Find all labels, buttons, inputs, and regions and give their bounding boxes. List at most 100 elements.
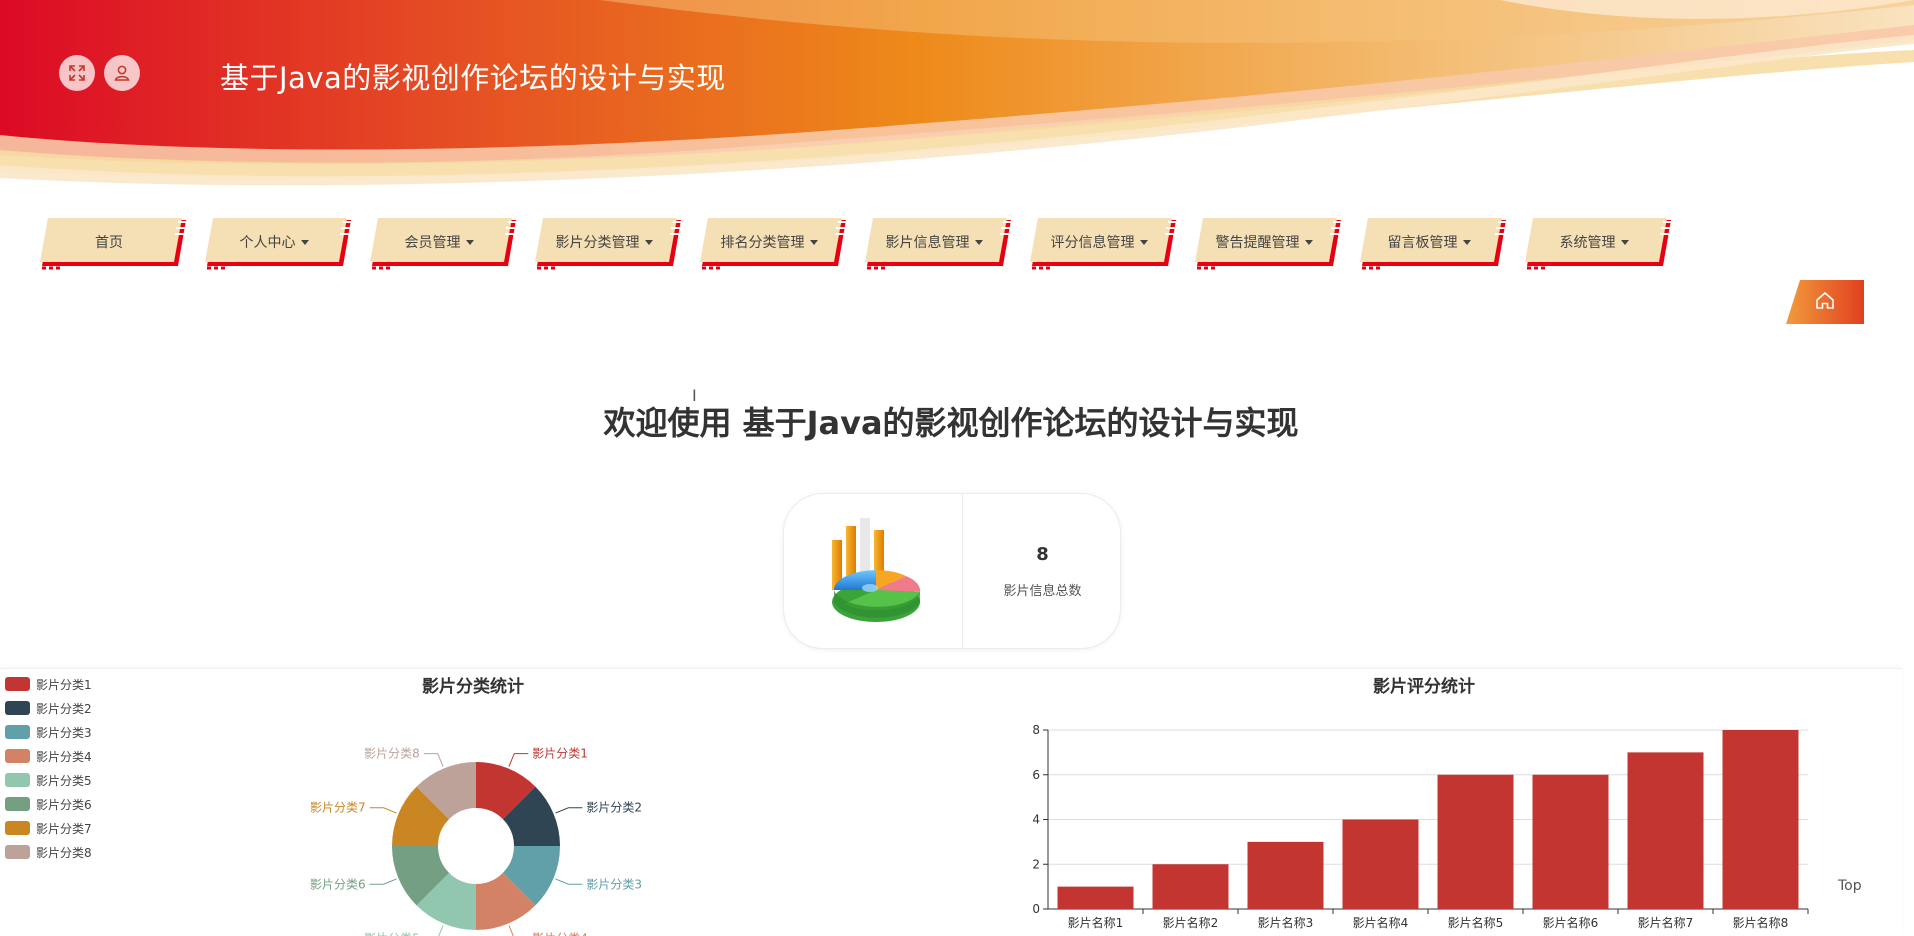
pie-slice-label: 影片分类8: [364, 747, 420, 761]
stat-divider: [962, 494, 963, 648]
legend-swatch: [5, 773, 30, 787]
pie-slice-label: 影片分类2: [586, 801, 642, 815]
fullscreen-button[interactable]: [59, 55, 95, 91]
caret-down-icon: [974, 240, 983, 245]
pie-slice-label: 影片分类7: [310, 801, 366, 815]
nav-item-8[interactable]: 警告提醒管理: [1193, 218, 1343, 270]
nav-item-2[interactable]: 个人中心: [203, 218, 353, 270]
header-banner: 基于Java的影视创作论坛的设计与实现: [0, 0, 1914, 200]
user-icon: [114, 65, 130, 81]
pie-legend: 影片分类1 影片分类2 影片分类3 影片分类4 影片分类5 影片分类6 影片分类7 影片分类8: [5, 672, 92, 864]
pie-chart: 影片分类1 影片分类2 影片分类3 影片分类4 影片分类5 影片分类6 影片分类7 影片分类8: [310, 747, 642, 936]
legend-item[interactable]: 影片分类4: [5, 744, 92, 768]
bar-chart-title: 影片评分统计: [1373, 677, 1475, 697]
legend-item[interactable]: 影片分类5: [5, 768, 92, 792]
nav-item-label: 会员管理: [368, 218, 510, 266]
legend-item[interactable]: 影片分类1: [5, 672, 92, 696]
x-tick-label: 影片名称7: [1638, 915, 1694, 930]
nav-item-4[interactable]: 影片分类管理: [533, 218, 683, 270]
pie-label-line: [508, 753, 529, 767]
bar[interactable]: [1247, 841, 1324, 909]
legend-label: 影片分类1: [36, 677, 92, 692]
welcome-heading: 欢迎使用 基于Java的影视创作论坛的设计与实现: [603, 404, 1299, 442]
stat-card-movie-total[interactable]: 8 影片信息总数: [783, 493, 1121, 649]
legend-item[interactable]: 影片分类7: [5, 816, 92, 840]
caret-down-icon: [1139, 240, 1148, 245]
bar[interactable]: [1342, 819, 1419, 910]
nav-item-label: 影片分类管理: [533, 218, 675, 266]
legend-swatch: [5, 845, 30, 859]
bar-chart: 0 2 4 6 8 影片名称1 影片名称2 影片名称3 影片名称4 影片名称5 影片名称6 影片名称7…: [1032, 723, 1809, 930]
stat-value: 8: [1036, 544, 1049, 565]
caret-down-icon: [465, 240, 474, 245]
nav-item-10[interactable]: 系统管理: [1523, 218, 1673, 270]
legend-label: 影片分类7: [36, 821, 92, 836]
bar[interactable]: [1152, 864, 1229, 909]
caret-down-icon: [644, 240, 653, 245]
banner-background: [0, 0, 1914, 200]
nav-item-label: 排名分类管理: [698, 218, 840, 266]
x-tick-label: 影片名称1: [1068, 915, 1124, 930]
pie-label-line: [508, 925, 514, 936]
nav-item-text: 警告提醒管理: [1215, 235, 1300, 251]
pie-slice-label: 影片分类1: [532, 747, 588, 761]
nav-item-label: 警告提醒管理: [1193, 218, 1335, 266]
y-tick-label: 0: [1032, 902, 1040, 916]
legend-item[interactable]: 影片分类2: [5, 696, 92, 720]
pie-label-line: [369, 878, 397, 885]
user-button[interactable]: [104, 55, 140, 91]
home-tab-shape: [1786, 280, 1864, 324]
pie-label-line: [423, 753, 444, 767]
fullscreen-icon: [69, 65, 85, 81]
bar[interactable]: [1057, 886, 1134, 909]
legend-item[interactable]: 影片分类3: [5, 720, 92, 744]
nav-item-text: 首页: [95, 235, 123, 251]
bar[interactable]: [1627, 752, 1704, 909]
legend-label: 影片分类6: [36, 797, 92, 812]
y-tick-label: 8: [1032, 723, 1040, 737]
x-tick-label: 影片名称6: [1543, 915, 1599, 930]
pie-label-line: [555, 807, 583, 814]
caret-down-icon: [1620, 240, 1629, 245]
nav-item-6[interactable]: 影片信息管理: [863, 218, 1013, 270]
legend-label: 影片分类3: [36, 725, 92, 740]
caret-down-icon: [809, 240, 818, 245]
chart-graphic-icon: [832, 518, 921, 622]
pie-slice-label: 影片分类5: [364, 931, 420, 936]
caret-down-icon: [1304, 240, 1313, 245]
y-tick-label: 4: [1032, 813, 1040, 827]
pie-slice-label: 影片分类4: [532, 931, 588, 936]
legend-swatch: [5, 725, 30, 739]
nav-item-text: 留言板管理: [1387, 235, 1458, 251]
nav-item-7[interactable]: 评分信息管理: [1028, 218, 1178, 270]
nav-item-9[interactable]: 留言板管理: [1358, 218, 1508, 270]
home-tab[interactable]: [1786, 280, 1864, 324]
nav-item-1[interactable]: 首页: [38, 218, 188, 270]
legend-swatch: [5, 749, 30, 763]
nav-item-3[interactable]: 会员管理: [368, 218, 518, 270]
bar[interactable]: [1532, 774, 1609, 909]
legend-swatch: [5, 797, 30, 811]
y-tick-label: 2: [1032, 857, 1040, 871]
nav-item-text: 会员管理: [404, 235, 461, 251]
nav-item-5[interactable]: 排名分类管理: [698, 218, 848, 270]
legend-item[interactable]: 影片分类6: [5, 792, 92, 816]
legend-swatch: [5, 821, 30, 835]
nav-item-text: 个人中心: [239, 235, 296, 251]
legend-swatch: [5, 701, 30, 715]
nav-item-label: 系统管理: [1523, 218, 1665, 266]
nav-item-label: 影片信息管理: [863, 218, 1005, 266]
legend-swatch: [5, 677, 30, 691]
caret-down-icon: [300, 240, 309, 245]
pie-label-line: [555, 878, 583, 885]
nav-item-label: 留言板管理: [1358, 218, 1500, 266]
bar[interactable]: [1722, 730, 1799, 909]
pie-label-line: [369, 807, 397, 814]
main-nav: 首页 个人中心 会员管理 影片分类管理 排名分类管理 影片信息管理 评分信息管理 警告提醒管理…: [38, 218, 1688, 272]
legend-label: 影片分类4: [36, 749, 92, 764]
nav-item-label: 评分信息管理: [1028, 218, 1170, 266]
bar[interactable]: [1437, 774, 1514, 909]
legend-item[interactable]: 影片分类8: [5, 840, 92, 864]
nav-item-label: 个人中心: [203, 218, 345, 266]
back-to-top-link[interactable]: Top: [1838, 878, 1862, 894]
